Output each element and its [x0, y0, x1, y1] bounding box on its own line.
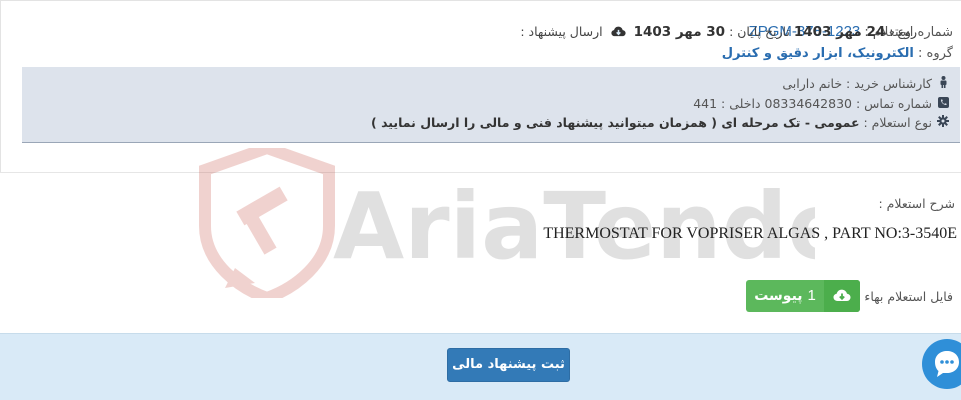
attachment-count-label: 1 پیوست: [746, 280, 824, 312]
submit-financial-offer-button[interactable]: ثبت پیشنهاد مالی: [447, 348, 570, 382]
deadline-dates: روع : 24 مهر 1403 تاریخ پایان : 30 مهر 1…: [520, 24, 917, 41]
gear-icon: [936, 115, 950, 130]
watermark-logo: AriaTender.neT: [199, 148, 815, 298]
description-text: THERMOSTAT FOR VOPRISER ALGAS , PART NO:…: [543, 225, 957, 242]
file-label: فایل استعلام بهاء :: [856, 289, 953, 304]
phone-text: شماره تماس : 08334642830 داخلی : 441: [693, 96, 932, 111]
expert-row: کارشناس خرید : خانم دارابی: [782, 76, 950, 91]
phone-row: شماره تماس : 08334642830 داخلی : 441: [693, 96, 950, 111]
chat-widget-icon[interactable]: [922, 336, 961, 390]
inquiry-group-line: گروه : الکترونیک، ابزار دقیق و کنترل: [722, 46, 953, 61]
description-label: شرح استعلام :: [878, 196, 955, 211]
end-date: 30 مهر 1403: [633, 24, 726, 40]
send-label: ارسال پیشنهاد :: [520, 24, 603, 39]
group-value[interactable]: الکترونیک، ابزار دقیق و کنترل: [722, 46, 914, 61]
group-label: گروه :: [918, 46, 953, 61]
attachment-count: 1: [807, 287, 816, 304]
attachment-button[interactable]: 1 پیوست: [746, 280, 860, 312]
expert-text: کارشناس خرید : خانم دارابی: [782, 76, 932, 91]
person-icon: [936, 76, 950, 91]
phone-icon: [936, 97, 950, 111]
start-date: 24 مهر 1403: [793, 24, 886, 40]
type-row: نوع استعلام : عمومی - تک مرحله ای ( همزم…: [371, 115, 950, 130]
start-label: روع :: [889, 24, 917, 39]
type-value: عمومی - تک مرحله ای ( همزمان میتوانید پی…: [371, 115, 860, 130]
attachment-label: پیوست: [754, 288, 803, 304]
inquiry-info-box: کارشناس خرید : خانم دارابی شماره تماس : …: [22, 67, 960, 143]
cloud-download-icon: [611, 26, 626, 41]
type-label: نوع استعلام :: [863, 115, 933, 130]
cloud-download-icon: [824, 280, 860, 312]
end-label: تاریخ پایان :: [729, 24, 790, 39]
